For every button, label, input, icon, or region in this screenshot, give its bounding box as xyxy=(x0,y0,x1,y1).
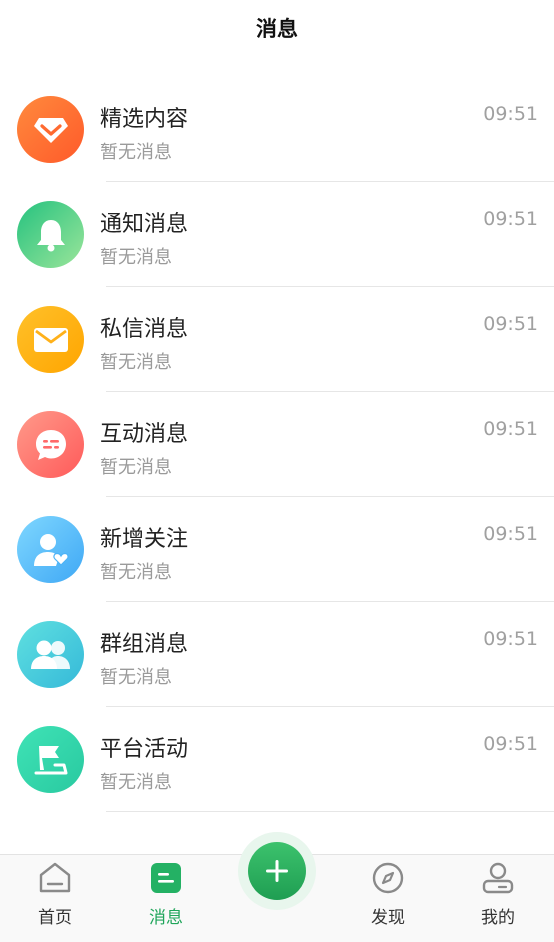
page-header: 消息 xyxy=(0,0,554,56)
message-item-subtitle: 暂无消息 xyxy=(100,667,172,688)
message-item-platform-activity[interactable]: 平台活动 暂无消息 09:51 xyxy=(0,707,554,812)
tab-label: 我的 xyxy=(481,908,515,928)
message-item-subtitle: 暂无消息 xyxy=(100,562,172,583)
tab-label: 消息 xyxy=(149,908,183,928)
message-icon xyxy=(151,863,181,893)
message-item-notification[interactable]: 通知消息 暂无消息 09:51 xyxy=(0,182,554,287)
divider xyxy=(106,811,554,812)
message-item-new-followers[interactable]: 新增关注 暂无消息 09:51 xyxy=(0,497,554,602)
tab-discover[interactable]: 发现 xyxy=(343,855,433,942)
message-item-time: 09:51 xyxy=(483,628,538,650)
message-item-subtitle: 暂无消息 xyxy=(100,772,172,793)
message-item-time: 09:51 xyxy=(483,733,538,755)
message-item-time: 09:51 xyxy=(483,418,538,440)
page-title: 消息 xyxy=(256,17,298,41)
message-item-featured[interactable]: 精选内容 暂无消息 09:51 xyxy=(0,77,554,182)
tab-label: 首页 xyxy=(38,908,72,928)
message-item-time: 09:51 xyxy=(483,103,538,125)
tab-label: 发现 xyxy=(371,908,405,928)
message-item-title: 私信消息 xyxy=(100,317,189,342)
message-item-title: 精选内容 xyxy=(100,107,189,132)
message-item-subtitle: 暂无消息 xyxy=(100,247,172,268)
message-item-subtitle: 暂无消息 xyxy=(100,352,172,373)
compass-icon xyxy=(372,862,404,894)
home-icon xyxy=(39,862,71,893)
message-item-title: 通知消息 xyxy=(100,212,189,237)
message-item-subtitle: 暂无消息 xyxy=(100,142,172,163)
message-item-time: 09:51 xyxy=(483,208,538,230)
bell-icon xyxy=(17,201,84,268)
profile-icon xyxy=(482,862,514,894)
tab-messages[interactable]: 消息 xyxy=(121,855,211,942)
message-item-title: 新增关注 xyxy=(100,527,189,552)
message-item-interaction[interactable]: 互动消息 暂无消息 09:51 xyxy=(0,392,554,497)
message-item-title: 互动消息 xyxy=(100,422,189,447)
tab-home[interactable]: 首页 xyxy=(10,855,100,942)
flag-icon xyxy=(17,726,84,793)
message-item-title: 群组消息 xyxy=(100,632,189,657)
user-heart-icon xyxy=(17,516,84,583)
message-item-subtitle: 暂无消息 xyxy=(100,457,172,478)
plus-icon xyxy=(248,842,306,900)
message-item-title: 平台活动 xyxy=(100,737,189,762)
envelope-icon xyxy=(17,306,84,373)
tab-profile[interactable]: 我的 xyxy=(453,855,543,942)
diamond-icon xyxy=(17,96,84,163)
message-item-private[interactable]: 私信消息 暂无消息 09:51 xyxy=(0,287,554,392)
create-button[interactable] xyxy=(238,832,316,910)
group-icon xyxy=(17,621,84,688)
message-list: 精选内容 暂无消息 09:51 通知消息 暂无消息 09:51 私信消息 暂无消… xyxy=(0,77,554,812)
chat-bubble-icon xyxy=(17,411,84,478)
message-item-time: 09:51 xyxy=(483,523,538,545)
message-item-time: 09:51 xyxy=(483,313,538,335)
message-item-group[interactable]: 群组消息 暂无消息 09:51 xyxy=(0,602,554,707)
